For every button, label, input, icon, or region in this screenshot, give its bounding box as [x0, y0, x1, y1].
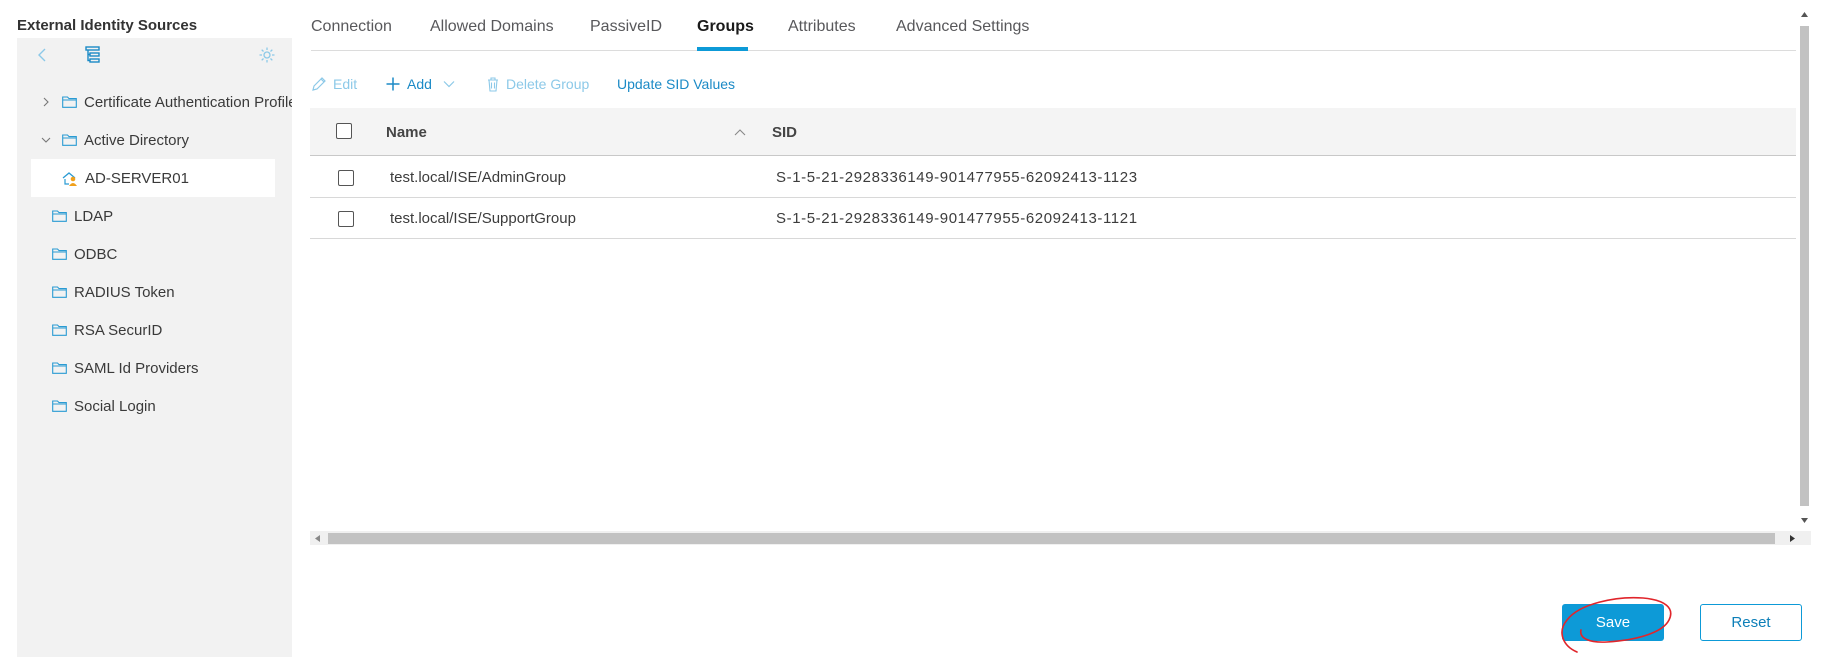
active-tab-indicator — [697, 47, 748, 51]
folder-icon — [52, 248, 67, 260]
select-all-checkbox[interactable] — [336, 123, 352, 139]
folder-icon — [62, 96, 77, 108]
gear-icon[interactable] — [257, 45, 277, 65]
chevron-down-icon — [443, 81, 455, 88]
tab-allowed-domains[interactable]: Allowed Domains — [430, 18, 554, 36]
groups-toolbar: Edit Add Delete Group Update SID Values — [311, 72, 1311, 96]
tree-item-label: ODBC — [74, 245, 118, 263]
sidebar: Certificate Authentication Profile Activ… — [17, 38, 292, 657]
column-header-sid[interactable]: SID — [772, 124, 797, 141]
reset-button[interactable]: Reset — [1700, 604, 1802, 641]
tab-passiveid[interactable]: PassiveID — [590, 18, 662, 36]
table-row[interactable]: test.local/ISE/SupportGroup S-1-5-21-292… — [310, 198, 1796, 239]
tree-item-ad-server01[interactable]: AD-SERVER01 — [31, 159, 275, 197]
edit-label: Edit — [333, 76, 358, 92]
tree-item-label: RADIUS Token — [74, 283, 175, 301]
update-sid-label: Update SID Values — [617, 76, 736, 92]
folder-icon — [52, 362, 67, 374]
group-sid: S-1-5-21-2928336149-901477955-62092413-1… — [776, 210, 1138, 227]
tab-advanced-settings[interactable]: Advanced Settings — [896, 18, 1029, 36]
group-sid: S-1-5-21-2928336149-901477955-62092413-1… — [776, 169, 1138, 186]
tree-item-label: Certificate Authentication Profile — [84, 93, 292, 111]
column-header-name[interactable]: Name — [386, 124, 427, 141]
plus-icon — [386, 77, 400, 91]
trash-icon — [488, 77, 498, 92]
tree-item-label: LDAP — [74, 207, 114, 225]
tab-connection[interactable]: Connection — [311, 18, 392, 36]
row-checkbox[interactable] — [338, 170, 354, 186]
row-checkbox[interactable] — [338, 211, 354, 227]
group-name: test.local/ISE/SupportGroup — [390, 210, 576, 227]
pencil-icon — [312, 77, 326, 91]
delete-group-label: Delete Group — [506, 76, 590, 92]
horizontal-scroll-thumb[interactable] — [328, 533, 1775, 544]
folder-icon — [52, 210, 67, 222]
add-label: Add — [407, 76, 432, 92]
folder-icon — [52, 324, 67, 336]
scroll-right-icon[interactable] — [1788, 534, 1796, 543]
horizontal-scrollbar[interactable] — [310, 531, 1811, 545]
chevron-left-icon[interactable] — [33, 45, 53, 65]
ad-server-icon — [62, 171, 77, 186]
vertical-scroll-thumb[interactable] — [1800, 26, 1809, 506]
tree-item-active-directory[interactable]: Active Directory — [41, 121, 292, 159]
scroll-up-icon[interactable] — [1800, 10, 1809, 19]
tab-bar: Connection Allowed Domains PassiveID Gro… — [311, 0, 1796, 51]
groups-table: Name SID test.local/ISE/AdminGroup S-1-5… — [310, 108, 1796, 534]
folder-icon — [52, 286, 67, 298]
tab-attributes[interactable]: Attributes — [788, 18, 856, 36]
tab-groups[interactable]: Groups — [697, 18, 754, 36]
group-name: test.local/ISE/AdminGroup — [390, 169, 566, 186]
add-button[interactable]: Add — [385, 72, 456, 96]
tree-item-ldap[interactable]: LDAP — [52, 197, 292, 235]
tree-item-label: AD-SERVER01 — [85, 169, 189, 187]
sort-ascending-icon[interactable] — [733, 126, 747, 138]
table-header: Name SID — [310, 108, 1796, 156]
update-sid-values-button[interactable]: Update SID Values — [617, 72, 735, 96]
chevron-down-icon[interactable] — [41, 135, 51, 145]
folder-icon — [62, 134, 77, 146]
vertical-scrollbar[interactable] — [1797, 8, 1811, 528]
save-button[interactable]: Save — [1562, 604, 1664, 641]
sidebar-title: External Identity Sources — [17, 17, 198, 34]
tree-item-odbc[interactable]: ODBC — [52, 235, 292, 273]
tree-item-label: Active Directory — [84, 131, 190, 149]
tree-item-radius-token[interactable]: RADIUS Token — [52, 273, 292, 311]
chevron-right-icon[interactable] — [41, 97, 51, 107]
delete-group-button[interactable]: Delete Group — [486, 72, 589, 96]
table-row[interactable]: test.local/ISE/AdminGroup S-1-5-21-29283… — [310, 157, 1796, 198]
tree-item-certificate-auth[interactable]: Certificate Authentication Profile — [41, 83, 292, 121]
edit-button[interactable]: Edit — [311, 72, 357, 96]
scroll-left-icon[interactable] — [314, 534, 322, 543]
tree-item-label: SAML Id Providers — [74, 359, 199, 377]
tree-item-label: Social Login — [74, 397, 156, 415]
tree-item-saml-id-providers[interactable]: SAML Id Providers — [52, 349, 292, 387]
sidebar-toolbar — [17, 38, 292, 72]
tree-item-label: RSA SecurID — [74, 321, 163, 339]
folder-icon — [52, 400, 67, 412]
scroll-down-icon[interactable] — [1800, 516, 1809, 525]
tree-item-social-login[interactable]: Social Login — [52, 387, 292, 425]
tree-item-rsa-securid[interactable]: RSA SecurID — [52, 311, 292, 349]
tree-view-icon[interactable] — [83, 45, 103, 65]
